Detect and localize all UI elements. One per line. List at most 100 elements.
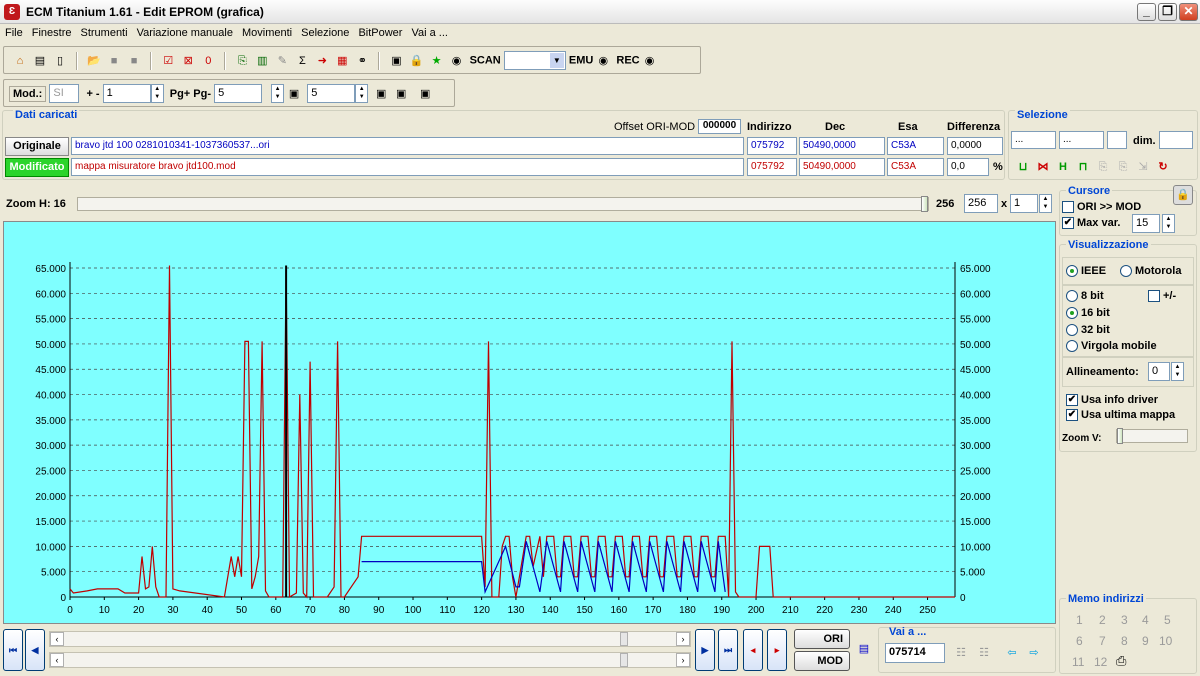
m2-icon[interactable]: ▣ <box>393 86 409 102</box>
p-icon[interactable]: ▣ <box>286 86 302 102</box>
compare-icon[interactable]: ⊠ <box>180 53 196 69</box>
diff-prev-icon[interactable]: ◂ <box>743 629 763 671</box>
zoom-h-field[interactable]: 256 <box>964 194 998 213</box>
scroll-thumb2[interactable] <box>620 653 628 667</box>
ieee-radio[interactable] <box>1066 265 1078 278</box>
zoom-mult-spinner[interactable]: ▲ ▼ <box>1039 194 1052 213</box>
binoculars-icon[interactable]: ⚭ <box>354 53 370 69</box>
zoom-mult-field[interactable]: 1 <box>1010 194 1038 213</box>
zoom-h-slider[interactable] <box>77 196 929 212</box>
zoom-h-slider-thumb[interactable] <box>921 196 928 212</box>
sel-mark-icon[interactable]: ⋈ <box>1035 159 1051 175</box>
p-spinner[interactable]: ▲ ▼ <box>355 84 369 103</box>
sel-export-icon[interactable]: ⇲ <box>1135 159 1151 175</box>
t-icon[interactable]: ▣ <box>417 86 433 102</box>
menu-file[interactable]: File <box>0 24 27 39</box>
memo-7[interactable]: 7 <box>1099 634 1106 648</box>
16bit-radio[interactable] <box>1066 307 1078 320</box>
record-icon[interactable]: ◉ <box>449 53 465 69</box>
save-as-icon[interactable]: ■ <box>126 53 142 69</box>
memo-9[interactable]: 9 <box>1142 634 1149 648</box>
copy-icon[interactable]: ⎘ <box>234 53 250 69</box>
dim-field[interactable] <box>1159 131 1193 149</box>
upper-scrollbar[interactable]: ‹ › <box>49 631 691 647</box>
scroll-left2-icon[interactable]: ‹ <box>50 653 64 667</box>
sel-refresh-icon[interactable]: ↻ <box>1155 159 1171 175</box>
sel-paste-icon[interactable]: ⎘ <box>1115 159 1131 175</box>
first-icon[interactable]: ⏮ <box>3 629 23 671</box>
sel-copy-icon[interactable]: ⎘ <box>1095 159 1111 175</box>
open-folder-icon[interactable]: 📂 <box>86 53 102 69</box>
mod-field[interactable]: SI <box>49 84 80 103</box>
32bit-radio[interactable] <box>1066 324 1078 337</box>
memo-1[interactable]: 1 <box>1076 613 1083 627</box>
memo-4[interactable]: 4 <box>1142 613 1149 627</box>
sel-extra-field[interactable] <box>1107 131 1127 149</box>
restore-icon[interactable]: ❐ <box>1158 3 1177 21</box>
scroll-left-icon[interactable]: ‹ <box>50 632 64 646</box>
menu-variazione-manuale[interactable]: Variazione manuale <box>132 24 237 39</box>
memo-back-icon[interactable]: ⇦ <box>1004 645 1020 661</box>
memo-8[interactable]: 8 <box>1121 634 1128 648</box>
ori-button[interactable]: ORI <box>794 629 850 649</box>
modificato-button[interactable]: Modificato <box>5 158 69 177</box>
allineamento-spinner[interactable]: ▲ ▼ <box>1171 362 1184 381</box>
save-icon[interactable]: ■ <box>106 53 122 69</box>
run-icon[interactable]: ★ <box>429 53 445 69</box>
ori-mod-checkbox[interactable] <box>1062 201 1074 214</box>
allineamento-field[interactable]: 0 <box>1148 362 1170 381</box>
chart-area[interactable]: 65.000 65.000 60.000 60.000 55.000 55.000 50.0… <box>3 221 1056 624</box>
zoom-v-slider[interactable] <box>1116 428 1188 444</box>
p-field[interactable]: 5 <box>307 84 356 103</box>
memo-10[interactable]: 10 <box>1159 634 1172 648</box>
m-icon[interactable]: ▣ <box>373 86 389 102</box>
page-spinner[interactable]: ▲ ▼ <box>271 84 285 103</box>
sel-h-icon[interactable]: H <box>1055 159 1071 175</box>
vai-list2-icon[interactable]: ☷ <box>976 645 992 661</box>
sel-end-field[interactable]: ... <box>1059 131 1104 149</box>
wand-icon[interactable]: ✎ <box>274 53 290 69</box>
menu-bitpower[interactable]: BitPower <box>353 24 406 39</box>
zero-icon[interactable]: 0 <box>200 53 216 69</box>
step-field[interactable]: 1 <box>102 84 151 103</box>
signed-checkbox[interactable] <box>1148 290 1160 303</box>
scroll-right2-icon[interactable]: › <box>676 653 690 667</box>
originale-button[interactable]: Originale <box>5 137 69 156</box>
offset-field[interactable]: 000000 <box>698 119 741 134</box>
windows-icon[interactable]: ▤ <box>32 53 48 69</box>
page-icon[interactable]: ▯ <box>52 53 68 69</box>
memo-save-icon[interactable]: ⎙ <box>1116 653 1126 669</box>
step-spinner[interactable]: ▲ ▼ <box>150 84 164 103</box>
diff-next-icon[interactable]: ▸ <box>767 629 787 671</box>
minimize-icon[interactable]: _ <box>1137 3 1156 21</box>
scan-select[interactable]: ▼ <box>503 51 566 70</box>
scroll-thumb[interactable] <box>620 632 628 646</box>
memo-3[interactable]: 3 <box>1121 613 1128 627</box>
memo-6[interactable]: 6 <box>1076 634 1083 648</box>
next-icon[interactable]: ▶ <box>695 629 715 671</box>
tool-t-icon[interactable]: ▣ <box>389 53 405 69</box>
memo-2[interactable]: 2 <box>1099 613 1106 627</box>
lock-icon[interactable]: 🔒 <box>409 53 425 69</box>
sel-start-icon[interactable]: ⊔ <box>1015 159 1031 175</box>
graph-icon[interactable]: ▦ <box>334 53 350 69</box>
mod-button[interactable]: MOD <box>794 651 850 671</box>
menu-finestre[interactable]: Finestre <box>27 24 76 39</box>
sel-start-field[interactable]: ... <box>1011 131 1056 149</box>
prev-icon[interactable]: ◀ <box>25 629 45 671</box>
usa-ultima-checkbox[interactable]: ✔ <box>1066 409 1078 422</box>
sel-end-icon[interactable]: ⊓ <box>1075 159 1091 175</box>
8bit-radio[interactable] <box>1066 290 1078 303</box>
memo-11[interactable]: 11 <box>1072 655 1084 669</box>
rec-record-icon[interactable]: ◉ <box>642 53 658 69</box>
close-icon[interactable]: ✕ <box>1179 3 1198 21</box>
max-var-field[interactable]: 15 <box>1132 214 1160 233</box>
chart-svg[interactable]: 65.000 65.000 60.000 60.000 55.000 55.000 50.0… <box>4 222 1055 623</box>
sigma-icon[interactable]: Σ <box>294 53 310 69</box>
motorola-radio[interactable] <box>1120 265 1132 278</box>
cursor-lock-icon[interactable]: 🔒 <box>1173 185 1193 205</box>
max-var-checkbox[interactable]: ✔ <box>1062 217 1074 230</box>
memo-fwd-icon[interactable]: ⇨ <box>1026 645 1042 661</box>
menu-strumenti[interactable]: Strumenti <box>75 24 131 39</box>
zoom-v-slider-thumb[interactable] <box>1117 428 1123 444</box>
